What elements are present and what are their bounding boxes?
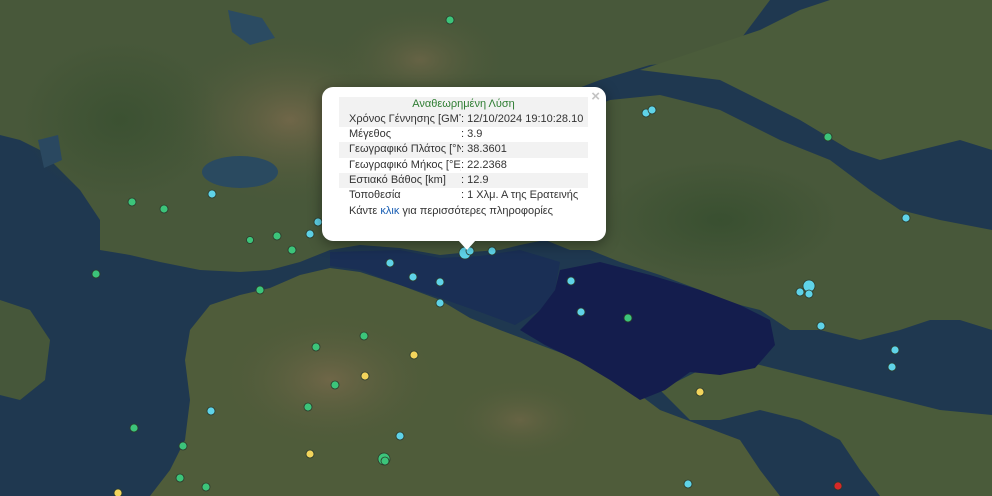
quake-marker[interactable] bbox=[313, 217, 323, 227]
quake-marker[interactable] bbox=[330, 380, 340, 390]
quake-marker[interactable] bbox=[129, 423, 139, 433]
quake-marker[interactable] bbox=[408, 272, 418, 282]
close-icon[interactable]: × bbox=[591, 89, 600, 105]
quake-marker[interactable] bbox=[385, 258, 395, 268]
quake-marker[interactable] bbox=[272, 231, 282, 241]
origin-time-label: Χρόνος Γέννησης [GMT] bbox=[349, 113, 461, 125]
magnitude-value: : 3.9 bbox=[461, 128, 483, 141]
quake-marker[interactable] bbox=[305, 449, 315, 459]
row-origin-time: Χρόνος Γέννησης [GMT] : 12/10/2024 19:10… bbox=[339, 112, 588, 128]
quake-marker[interactable] bbox=[647, 105, 657, 115]
quake-marker[interactable] bbox=[201, 482, 211, 492]
quake-marker[interactable] bbox=[487, 246, 497, 256]
quake-marker[interactable] bbox=[303, 402, 313, 412]
row-longitude: Γεωγραφικό Μήκος [°E] : 22.2368 bbox=[339, 158, 588, 173]
quake-marker[interactable] bbox=[566, 276, 576, 286]
quake-marker[interactable] bbox=[305, 229, 315, 239]
quake-marker[interactable] bbox=[683, 479, 693, 489]
popup-title: Αναθεωρημένη Λύση bbox=[339, 97, 588, 112]
earthquake-info-popup: × Αναθεωρημένη Λύση Χρόνος Γέννησης [GMT… bbox=[322, 87, 606, 250]
map-canvas[interactable] bbox=[0, 0, 992, 496]
origin-time-value: : 12/10/2024 19:10:28.10 bbox=[461, 113, 584, 125]
longitude-label: Γεωγραφικό Μήκος [°E] bbox=[349, 158, 461, 171]
lake-1 bbox=[202, 156, 278, 188]
forest-west bbox=[20, 40, 220, 200]
more-info-prefix: Κάντε bbox=[349, 205, 381, 218]
magnitude-label: Μέγεθος bbox=[349, 128, 392, 141]
quake-marker[interactable] bbox=[833, 481, 843, 491]
quake-marker[interactable] bbox=[576, 307, 586, 317]
row-latitude: Γεωγραφικό Πλάτος [°N] : 38.3601 bbox=[339, 142, 588, 158]
quake-marker[interactable] bbox=[887, 362, 897, 372]
row-depth: Εστιακό Βάθος [km] : 12.9 bbox=[339, 172, 588, 188]
quake-marker[interactable] bbox=[890, 345, 900, 355]
quake-marker[interactable] bbox=[795, 287, 805, 297]
quake-marker[interactable] bbox=[311, 342, 321, 352]
quake-marker[interactable] bbox=[380, 456, 390, 466]
quake-marker[interactable] bbox=[206, 406, 216, 416]
mountains-pelop-2 bbox=[440, 375, 600, 465]
quake-marker[interactable] bbox=[360, 371, 370, 381]
quake-marker[interactable] bbox=[178, 441, 188, 451]
location-label: Τοποθεσία bbox=[349, 188, 401, 201]
quake-marker[interactable] bbox=[804, 289, 814, 299]
quake-marker[interactable] bbox=[395, 431, 405, 441]
quake-marker[interactable] bbox=[409, 350, 419, 360]
longitude-value: : 22.2368 bbox=[461, 158, 507, 171]
quake-marker[interactable] bbox=[127, 197, 137, 207]
mountains-pelop bbox=[210, 305, 450, 455]
quake-marker[interactable] bbox=[816, 321, 826, 331]
depth-label: Εστιακό Βάθος [km] bbox=[349, 173, 446, 186]
quake-marker[interactable] bbox=[435, 298, 445, 308]
quake-marker[interactable] bbox=[91, 269, 101, 279]
quake-marker[interactable] bbox=[159, 204, 169, 214]
forest-east bbox=[600, 160, 840, 280]
quake-marker[interactable] bbox=[695, 387, 705, 397]
latitude-label: Γεωγραφικό Πλάτος [°N] bbox=[349, 143, 461, 156]
more-info-text: Κάντε κλικ για περισσότερες πληροφορίες bbox=[339, 204, 588, 218]
more-info-link[interactable]: κλικ bbox=[380, 205, 399, 217]
quake-marker[interactable] bbox=[901, 213, 911, 223]
quake-marker[interactable] bbox=[246, 236, 254, 244]
quake-marker[interactable] bbox=[359, 331, 369, 341]
more-info-suffix: για περισσότερες πληροφορίες bbox=[399, 205, 553, 218]
quake-marker[interactable] bbox=[445, 15, 455, 25]
quake-marker[interactable] bbox=[823, 132, 833, 142]
quake-marker[interactable] bbox=[623, 313, 633, 323]
latitude-value: : 38.3601 bbox=[461, 143, 507, 156]
popup-details: Χρόνος Γέννησης [GMT] : 12/10/2024 19:10… bbox=[339, 112, 588, 203]
quake-marker[interactable] bbox=[255, 285, 265, 295]
quake-marker[interactable] bbox=[175, 473, 185, 483]
quake-marker[interactable] bbox=[113, 488, 123, 496]
location-value: : 1 Χλμ. Α της Ερατεινής bbox=[461, 188, 579, 201]
quake-marker[interactable] bbox=[435, 277, 445, 287]
quake-marker[interactable] bbox=[207, 189, 217, 199]
row-location: Τοποθεσία : 1 Χλμ. Α της Ερατεινής bbox=[339, 188, 588, 203]
row-magnitude: Μέγεθος : 3.9 bbox=[339, 127, 588, 142]
depth-value: : 12.9 bbox=[461, 173, 489, 186]
quake-marker[interactable] bbox=[287, 245, 297, 255]
